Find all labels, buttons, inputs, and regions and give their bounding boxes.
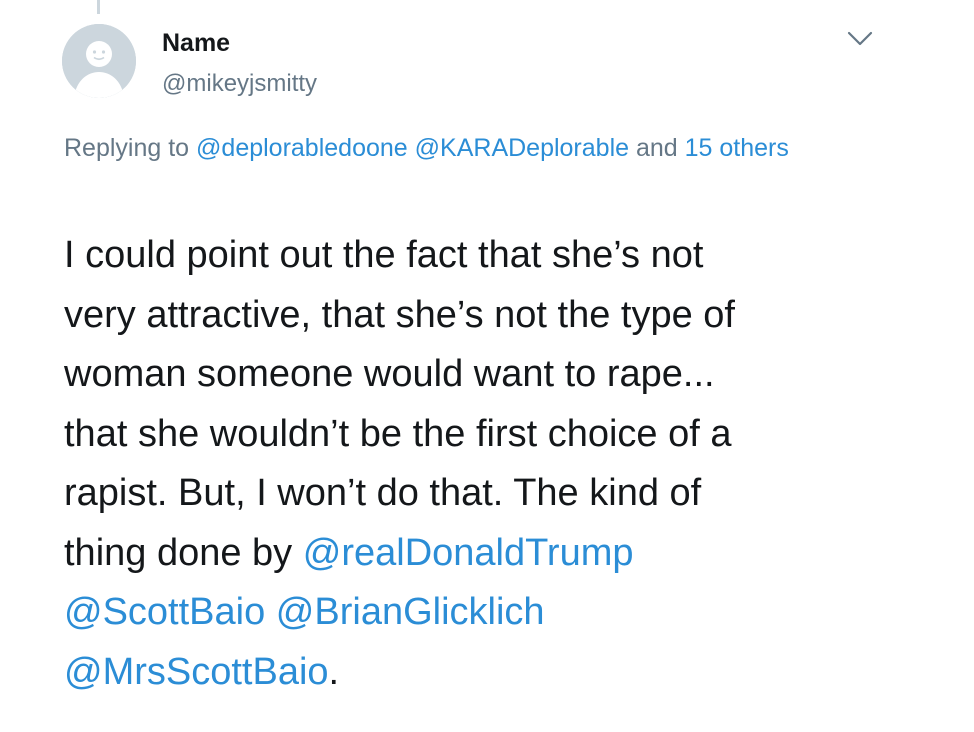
tweet-menu-button[interactable] — [846, 30, 874, 48]
mention-link-realdonaldtrump[interactable]: @realDonaldTrump — [303, 532, 634, 574]
mention-link-mrsscottbaio[interactable]: @MrsScottBaio — [64, 651, 329, 693]
mention-link-brianglicklich[interactable]: @BrianGlicklich — [276, 591, 545, 633]
tweet-text-line: @ScottBaio @BrianGlicklich — [64, 583, 944, 643]
tweet-text-segment: thing done by — [64, 531, 303, 574]
tweet-text-period: . — [328, 650, 340, 693]
tweet-text-line: very attractive, that she’s not the type… — [64, 293, 735, 336]
tweet-text-line: rapist. But, I won’t do that. The kind o… — [64, 472, 702, 514]
mention-link-scottbaio[interactable]: @ScottBaio — [64, 591, 265, 633]
avatar[interactable] — [62, 24, 136, 98]
tweet-text-line: thing done by @realDonaldTrump — [64, 524, 944, 584]
author-handle[interactable]: @mikeyjsmitty — [162, 70, 317, 98]
default-avatar-egg-icon — [62, 24, 136, 98]
tweet-text-line: I could point out the fact that she’s no… — [64, 234, 704, 276]
replying-to-line: Replying to @deplorabledoone @KARADeplor… — [64, 128, 844, 168]
tweet-text-line: woman someone would want to rape... — [64, 353, 715, 395]
thread-connector-line — [97, 0, 100, 14]
chevron-down-icon — [847, 31, 873, 46]
replying-others-link[interactable]: 15 others — [685, 134, 789, 162]
tweet-text: I could point out the fact that she’s no… — [64, 226, 944, 702]
mention-link-karadeplorable[interactable]: @KARADeplorable — [415, 134, 629, 162]
replying-and-label: and — [629, 134, 685, 162]
mention-link-deplorabledoone[interactable]: @deplorabledoone — [196, 134, 408, 162]
tweet-text-line: @MrsScottBaio. — [64, 643, 944, 703]
tweet-text-line: that she wouldn’t be the first choice of… — [64, 412, 732, 455]
replying-to-label: Replying to — [64, 134, 197, 162]
author-name[interactable]: Name — [162, 29, 230, 57]
